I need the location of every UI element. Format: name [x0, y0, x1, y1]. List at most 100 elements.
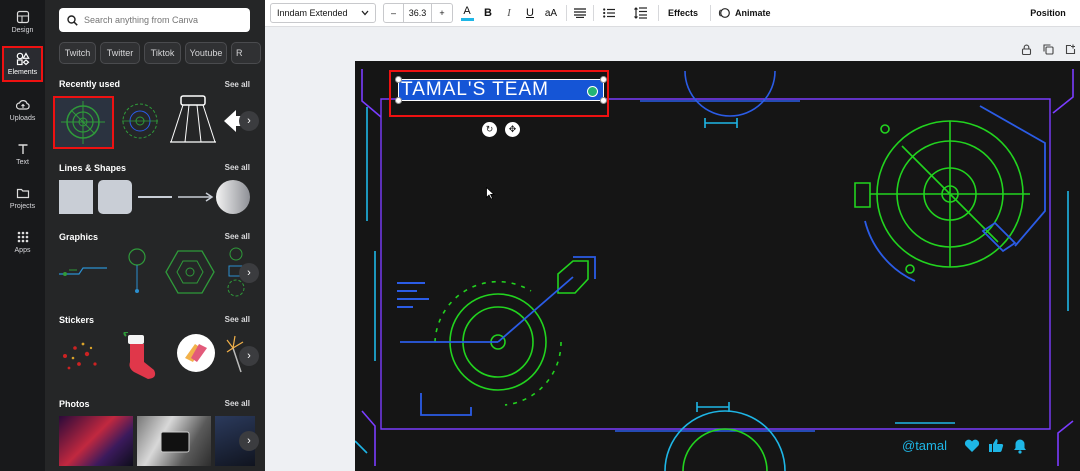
align-button[interactable]: [572, 4, 588, 22]
sticker-confetti[interactable]: [57, 336, 103, 376]
apps-grid-icon: [17, 231, 28, 243]
rail-item-design[interactable]: Design: [2, 4, 43, 40]
chip-twitter[interactable]: Twitter: [100, 42, 140, 64]
chip-more[interactable]: R: [231, 42, 261, 64]
shape-circle[interactable]: [216, 180, 250, 214]
folder-icon: [16, 188, 29, 199]
effects-button[interactable]: Effects: [663, 4, 703, 22]
chevron-right-icon: ›: [247, 115, 251, 127]
search-icon: [67, 14, 78, 26]
search-input[interactable]: [84, 15, 244, 25]
lock-icon[interactable]: [1020, 43, 1032, 55]
section-title-stickers: Stickers: [59, 315, 95, 325]
photo-tablet-hands[interactable]: [137, 416, 211, 466]
bell-icon: [1014, 439, 1026, 454]
rail-item-apps[interactable]: Apps: [2, 224, 43, 260]
list-button[interactable]: [601, 4, 617, 22]
align-center-icon: [574, 8, 586, 18]
resize-handle-bottom-right[interactable]: [600, 97, 607, 104]
rail-item-projects[interactable]: Projects: [2, 180, 43, 216]
graphic-circuit-line[interactable]: [57, 250, 109, 294]
toolbar-divider: [710, 5, 711, 21]
resize-handle-top-right[interactable]: [600, 76, 607, 83]
grammar-check-icon[interactable]: [587, 86, 598, 97]
see-all-lines[interactable]: See all: [225, 163, 250, 172]
selected-title-text[interactable]: TAMAL'S TEAM: [398, 79, 604, 101]
toolbar-divider: [658, 5, 659, 21]
text-color-letter: A: [463, 4, 471, 17]
mouse-cursor-icon: [486, 187, 495, 200]
sticker-hands[interactable]: [177, 334, 215, 372]
section-title-recent: Recently used: [59, 79, 121, 89]
rail-item-elements[interactable]: Elements: [2, 46, 43, 82]
chip-tiktok[interactable]: Tiktok: [144, 42, 181, 64]
photos-next-button[interactable]: ›: [239, 431, 259, 451]
animate-label: Animate: [735, 8, 771, 18]
chevron-right-icon: ›: [247, 267, 251, 279]
elements-icon: [16, 52, 30, 66]
sticker-stocking[interactable]: [116, 332, 162, 382]
recent-hud-target-thumb[interactable]: [53, 96, 114, 149]
line-spacing-icon: [633, 7, 647, 19]
design-canvas[interactable]: @tamal: [355, 61, 1080, 471]
rotate-icon: ↻: [485, 124, 494, 134]
font-size-stepper: – 36.3 +: [383, 3, 453, 23]
duplicate-page-icon[interactable]: [1042, 43, 1054, 55]
rail-item-uploads[interactable]: Uploads: [2, 92, 43, 128]
text-icon: [18, 144, 27, 154]
recent-spotlight-thumb[interactable]: [167, 94, 219, 146]
italic-button[interactable]: I: [501, 4, 517, 22]
chip-youtube[interactable]: Youtube: [185, 42, 227, 64]
chip-twitch[interactable]: Twitch: [59, 42, 96, 64]
font-family-select[interactable]: Inndam Extended: [270, 3, 376, 23]
heart-icon: [964, 439, 980, 452]
letter-case-button[interactable]: aA: [542, 4, 560, 22]
resize-handle-bottom-left[interactable]: [395, 97, 402, 104]
resize-handle-top-left[interactable]: [395, 76, 402, 83]
search-box[interactable]: [59, 8, 250, 32]
underline-button[interactable]: U: [522, 4, 538, 22]
shape-arrow-line[interactable]: [178, 190, 214, 204]
design-icon: [16, 10, 29, 24]
recent-next-button[interactable]: ›: [239, 111, 259, 131]
bold-button[interactable]: B: [480, 4, 496, 22]
graphic-pin[interactable]: [117, 245, 157, 297]
stickers-next-button[interactable]: ›: [239, 346, 259, 366]
text-toolbar: Inndam Extended – 36.3 + A B I U aA Effe…: [265, 0, 1080, 27]
recent-radar-thumb[interactable]: [118, 97, 162, 145]
footer-handle-text: @tamal: [902, 438, 947, 453]
shape-square[interactable]: [59, 180, 93, 214]
chevron-down-icon: [361, 10, 369, 16]
see-all-photos[interactable]: See all: [225, 399, 250, 408]
photo-gaming-room[interactable]: [59, 416, 133, 466]
graphic-hexagon[interactable]: [165, 248, 215, 296]
upload-icon: [15, 100, 30, 110]
side-rail: Design Elements Uploads Text Projects Ap…: [0, 0, 45, 471]
font-size-increase-button[interactable]: +: [432, 4, 452, 22]
rail-label-uploads: Uploads: [9, 115, 36, 122]
text-color-button[interactable]: A: [459, 4, 475, 22]
animate-button[interactable]: Animate: [718, 4, 788, 22]
chevron-right-icon: ›: [247, 435, 251, 447]
spacing-button[interactable]: [632, 4, 648, 22]
see-all-graphics[interactable]: See all: [225, 232, 250, 241]
title-text: TAMAL'S TEAM: [401, 79, 549, 100]
see-all-recent[interactable]: See all: [225, 80, 250, 89]
shape-line[interactable]: [138, 196, 172, 198]
move-button[interactable]: ✥: [505, 122, 520, 137]
font-size-decrease-button[interactable]: –: [384, 4, 404, 22]
font-size-input[interactable]: 36.3: [404, 4, 432, 22]
text-color-swatch: [460, 17, 474, 21]
shape-rounded-square[interactable]: [98, 180, 132, 214]
see-all-stickers[interactable]: See all: [225, 315, 250, 324]
section-title-photos: Photos: [59, 399, 90, 409]
graphics-next-button[interactable]: ›: [239, 263, 259, 283]
position-button[interactable]: Position: [1023, 4, 1073, 22]
add-page-icon[interactable]: [1064, 43, 1076, 55]
rotate-button[interactable]: ↻: [482, 122, 497, 137]
section-title-graphics: Graphics: [59, 232, 99, 242]
font-family-value: Inndam Extended: [277, 8, 348, 18]
animate-icon: [718, 8, 730, 18]
elements-panel: Twitch Twitter Tiktok Youtube R Recently…: [45, 0, 265, 471]
rail-item-text[interactable]: Text: [2, 136, 43, 172]
